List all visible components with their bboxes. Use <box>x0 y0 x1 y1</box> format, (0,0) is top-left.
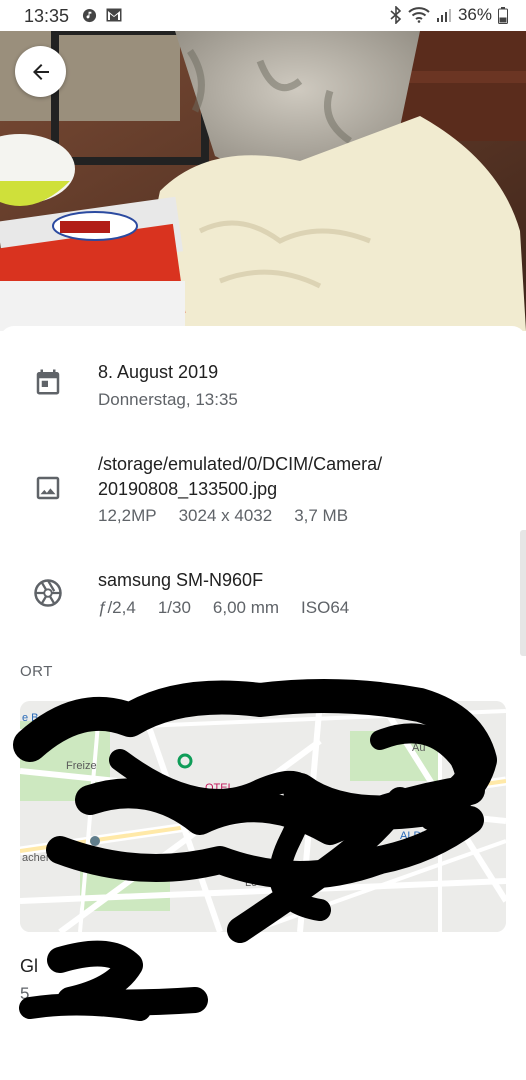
location-map[interactable]: e B Freize ALDI Gl acher Str Fa Lo Straß… <box>20 701 506 932</box>
battery-percent: 36% <box>457 5 492 24</box>
map-poi-icon <box>90 836 100 846</box>
aperture: ƒ/2,4 <box>98 598 136 617</box>
photo-preview[interactable] <box>0 31 526 331</box>
megapixels: 12,2MP <box>98 506 157 525</box>
signal-icon <box>436 9 451 22</box>
arrow-back-icon <box>32 63 49 80</box>
camera-model: samsung SM-N960F <box>98 570 264 590</box>
map-label-6: Straße <box>180 862 213 874</box>
exposure: 1/30 <box>157 598 191 617</box>
file-size: 3,7 MB <box>294 506 349 525</box>
file-meta: 12,2MP 3024 x 4032 3,7 MB <box>98 503 382 528</box>
resolution: 3024 x 4032 <box>178 506 273 525</box>
map-label-3: acher Str <box>22 852 67 864</box>
file-path-2: 20190808_133500.jpg <box>98 479 278 499</box>
map-label-7: OTEL <box>205 782 234 794</box>
weekday-time: Donnerstag, 13:35 <box>98 390 238 409</box>
camera-meta: ƒ/2,4 1/30 6,00 mm ISO64 <box>98 595 349 620</box>
map-label-0: e B <box>22 712 39 724</box>
aperture-icon <box>34 579 62 607</box>
file-path-1: /storage/emulated/0/DCIM/Camera/ <box>98 454 383 474</box>
bluetooth-icon <box>390 6 402 24</box>
status-bar: 13:35 36% <box>0 0 526 31</box>
address-line-2: 5 <box>20 984 30 1003</box>
date-value: 8. August 2019 <box>98 362 219 382</box>
wifi-icon <box>408 7 430 23</box>
map-label-5: Lo <box>245 877 257 889</box>
map-tiles: e B Freize ALDI Gl acher Str Fa Lo Straß… <box>20 701 506 932</box>
status-time: 13:35 <box>24 6 70 26</box>
map-label-8: Au <box>412 742 425 754</box>
map-label-2: ALDI Gl <box>400 830 439 842</box>
battery-icon <box>498 6 508 24</box>
scrollbar[interactable] <box>520 530 526 656</box>
location-heading: ORT <box>20 663 53 680</box>
back-button[interactable] <box>15 46 66 97</box>
gmail-icon <box>106 8 122 22</box>
image-icon <box>36 476 60 500</box>
file-text: /storage/emulated/0/DCIM/Camera/ 2019080… <box>98 452 382 528</box>
camera-text: samsung SM-N960F ƒ/2,4 1/30 6,00 mm ISO64 <box>98 568 349 620</box>
map-label-4: Fa <box>230 852 244 864</box>
iso: ISO64 <box>301 598 350 617</box>
status-right: 36% <box>390 5 508 25</box>
media-icon <box>82 8 97 23</box>
focal-length: 6,00 mm <box>212 598 280 617</box>
map-label-1: Freize <box>66 760 97 772</box>
address-line-1: Gl <box>20 956 38 976</box>
date-text: 8. August 2019 Donnerstag, 13:35 <box>98 360 238 412</box>
calendar-icon <box>36 369 60 395</box>
photo-image <box>0 31 526 331</box>
